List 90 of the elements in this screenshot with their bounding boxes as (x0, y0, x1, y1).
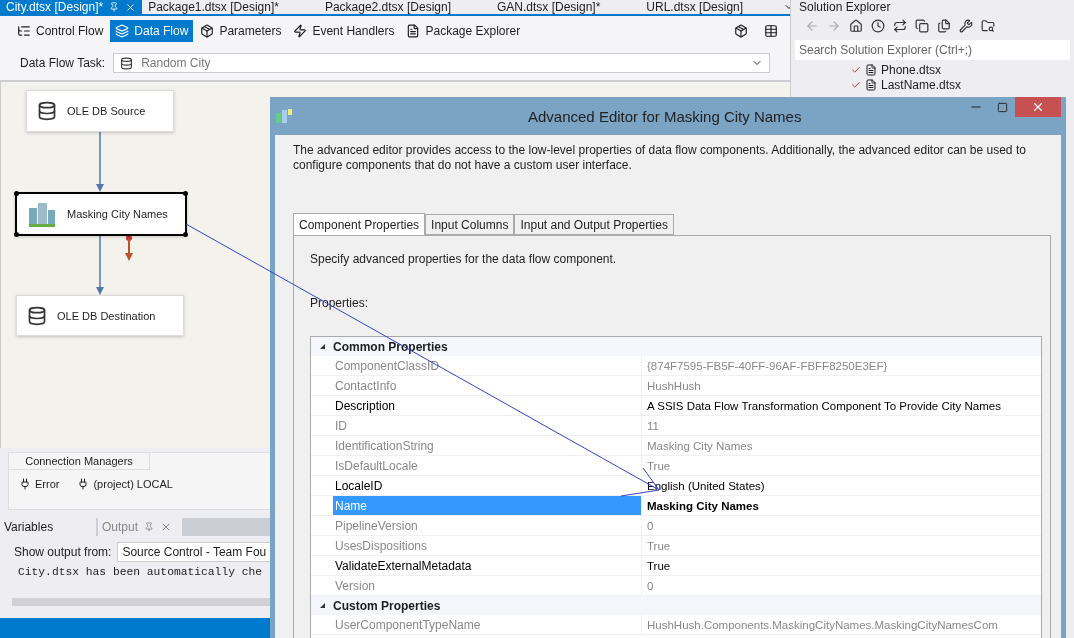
database-icon (120, 56, 134, 70)
designer-tab[interactable]: Data Flow (110, 20, 194, 42)
property-name[interactable]: UserComponentTypeName (333, 615, 642, 634)
tab-icon (200, 24, 215, 38)
expander-icon[interactable] (318, 343, 326, 350)
table-icon[interactable] (764, 24, 778, 38)
property-value[interactable]: A SSIS Data Flow Transformation Component To Provide City Names (642, 396, 1001, 415)
property-value[interactable]: Masking City Names (642, 496, 759, 515)
dialog-tab[interactable]: Input and Output Properties (514, 214, 674, 235)
property-value[interactable]: Masking City Names (642, 436, 753, 455)
dialog-title: Advanced Editor for Masking City Names (528, 107, 802, 125)
check-icon (851, 79, 861, 90)
database-icon (27, 305, 47, 326)
property-name[interactable]: Description (333, 396, 642, 415)
property-name[interactable]: IsDefaultLocale (333, 456, 642, 475)
property-name[interactable]: UsesDispositions (333, 536, 642, 555)
property-name[interactable]: ComponentClassID (333, 356, 642, 375)
folder-search-icon[interactable] (981, 19, 995, 33)
component-node[interactable]: Masking City Names (15, 192, 187, 236)
property-value[interactable]: HushHush (642, 376, 701, 395)
designer-tab[interactable]: Control Flow (12, 20, 109, 42)
error-arrow (124, 234, 134, 262)
document-tab[interactable]: GAN.dtsx [Design]* (491, 0, 607, 14)
component-node[interactable]: OLE DB Source (26, 90, 174, 132)
property-name[interactable]: Version (333, 576, 642, 595)
files-icon[interactable] (937, 19, 951, 33)
panel-tab[interactable]: Variables (0, 518, 96, 536)
connector-arrow (95, 132, 105, 192)
copy-icon[interactable] (915, 19, 929, 33)
designer-tab[interactable]: Event Handlers (288, 20, 400, 42)
dialog-tab[interactable]: Component Properties (293, 213, 426, 235)
check-icon (851, 64, 861, 75)
sync-icon[interactable] (893, 19, 907, 33)
property-value[interactable]: True (642, 536, 671, 555)
property-value[interactable]: True (642, 556, 671, 575)
pin-icon[interactable] (109, 2, 120, 12)
show-output-label: Show output from: (14, 545, 112, 559)
plug-icon (77, 478, 90, 490)
property-name[interactable]: ValidateExternalMetadata (333, 556, 642, 575)
close-icon (1031, 100, 1045, 114)
file-icon (865, 63, 877, 76)
document-tab[interactable]: City.dtsx [Design]* (0, 0, 143, 14)
output-line: City.dtsx has been automatically che (18, 566, 263, 578)
file-icon (865, 78, 877, 91)
dialog-tab[interactable]: Input Columns (425, 214, 515, 235)
tab-icon (406, 24, 421, 38)
connection-managers-tab[interactable]: Connection Managers (9, 453, 150, 470)
wrench-icon[interactable] (959, 19, 973, 33)
tab-icon (293, 24, 308, 38)
tab-icon (115, 24, 130, 38)
clock-icon[interactable] (871, 19, 885, 33)
property-value[interactable]: 0 (642, 576, 654, 595)
document-tab[interactable]: Package1.dtsx [Design]* (142, 0, 285, 14)
buildings-icon (275, 108, 293, 124)
connector-arrow (95, 236, 105, 295)
close-icon[interactable] (125, 1, 137, 13)
database-icon (37, 101, 57, 121)
search-field[interactable]: Search Solution Explorer (Ctrl+;) (795, 40, 1070, 60)
property-value[interactable]: HushHush.Components.MaskingCityNames.MaskingCityNamesCom (642, 615, 998, 634)
tab-icon (17, 24, 31, 38)
property-category[interactable]: Custom Properties (311, 596, 1041, 615)
property-value[interactable]: 0 (642, 516, 654, 535)
home-icon[interactable] (849, 19, 863, 33)
document-tab[interactable]: URL.dtsx [Design] (640, 0, 750, 14)
designer-tab[interactable]: Package Explorer (401, 20, 526, 42)
panel-title: Solution Explorer (798, 0, 892, 14)
expander-icon[interactable] (318, 602, 326, 609)
component-node[interactable]: OLE DB Destination (16, 295, 184, 336)
property-name[interactable]: IdentificationString (333, 436, 642, 455)
maximize-icon (996, 101, 1008, 113)
tree-item[interactable]: LastName.dtsx (791, 77, 1074, 92)
instruction-text: Specify advanced properties for the data flow component. (310, 252, 618, 266)
cube-icon[interactable] (734, 24, 748, 38)
connection-item[interactable]: Error (19, 478, 60, 490)
task-dropdown[interactable]: Random City (113, 53, 770, 73)
tree-item[interactable]: Phone.dtsx (791, 62, 1074, 77)
task-label: Data Flow Task: (20, 56, 106, 70)
document-tab[interactable]: Package2.dtsx [Design] (318, 0, 457, 14)
property-value[interactable]: True (642, 456, 671, 475)
buildings-icon (27, 200, 57, 228)
designer-tab[interactable]: Parameters (195, 20, 287, 42)
property-name[interactable]: LocaleID (333, 476, 642, 495)
plug-icon (19, 478, 31, 490)
property-name[interactable]: ID (333, 416, 642, 435)
connection-item[interactable]: (project) LOCAL (77, 478, 173, 490)
property-name[interactable]: ContactInfo (333, 376, 642, 395)
property-value[interactable]: 11 (642, 416, 659, 435)
dialog-description: The advanced editor provides access to the low-level properties of data flow components. Additionally, the advanced editor can be used to configure components that do not have a custom user interface. (293, 143, 1027, 173)
property-value[interactable]: {874F7595-FB5F-40FF-96AF-FBFF8250E3EF} (642, 356, 888, 375)
property-name[interactable]: PipelineVersion (333, 516, 642, 535)
